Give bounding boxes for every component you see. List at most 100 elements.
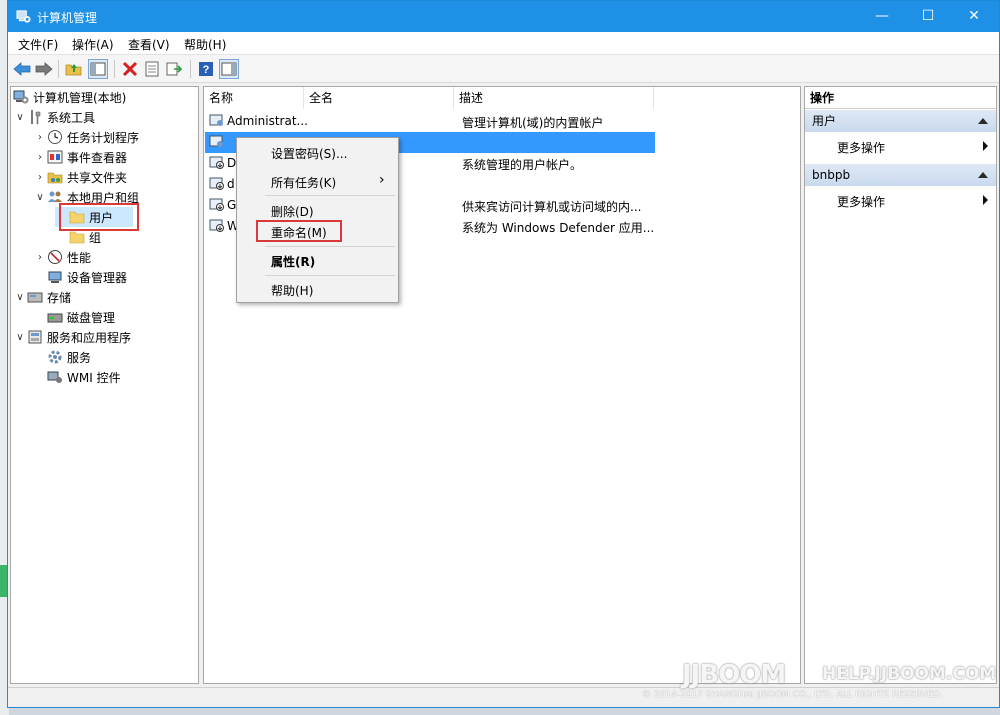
tree-node-disk-management[interactable]: 磁盘管理 <box>47 307 115 327</box>
section-label: bnbpb <box>812 168 851 182</box>
window-title: 计算机管理 <box>37 11 98 25</box>
show-hide-action-pane-icon[interactable] <box>219 59 239 79</box>
menu-separator <box>265 195 395 196</box>
toolbar-separator <box>114 60 115 78</box>
column-header-fullname[interactable]: 全名 <box>304 87 454 109</box>
watermark: JJBOOM HELP.JJBOOM.COM © 2014-2017 SHANG… <box>642 660 996 705</box>
menu-action[interactable]: 操作(A) <box>72 36 114 53</box>
menu-item-delete[interactable]: 删除(D) <box>271 203 314 220</box>
chevron-right-icon: › <box>379 172 385 188</box>
disabled-user-icon <box>209 218 225 234</box>
chevron-right-icon[interactable]: › <box>33 252 47 263</box>
tree-label: 计算机管理(本地) <box>33 90 127 105</box>
tree-node-event-viewer[interactable]: › 事件查看器 <box>33 147 127 167</box>
chevron-down-icon[interactable]: ∨ <box>13 292 27 303</box>
properties-icon[interactable] <box>142 59 162 79</box>
watermark-logo: JJBOOM <box>682 660 786 690</box>
disabled-user-icon <box>209 155 225 171</box>
show-hide-tree-icon[interactable] <box>88 59 108 79</box>
tree-node-groups[interactable]: 组 <box>69 227 101 247</box>
table-row[interactable]: Administrat... 管理计算机(域)的内置帐户 <box>205 111 655 132</box>
tools-icon <box>27 109 43 125</box>
more-actions-bnbpb[interactable]: 更多操作 <box>837 193 885 210</box>
tree-node-root[interactable]: 计算机管理(本地) <box>13 87 126 107</box>
menu-help[interactable]: 帮助(H) <box>184 36 226 53</box>
export-list-icon[interactable] <box>164 59 184 79</box>
menu-item-properties[interactable]: 属性(R) <box>271 253 315 270</box>
tree-node-services[interactable]: 服务 <box>47 347 91 367</box>
tree-node-wmi[interactable]: WMI 控件 <box>47 367 121 387</box>
tree-node-storage[interactable]: ∨ 存储 <box>13 287 71 307</box>
event-viewer-icon <box>47 149 63 165</box>
menu-separator <box>265 275 395 276</box>
toolbar: ? <box>8 55 999 83</box>
wmi-icon <box>47 369 63 385</box>
delete-x-icon[interactable] <box>120 59 140 79</box>
user-name: Administrat... <box>227 114 308 128</box>
chevron-down-icon[interactable]: ∨ <box>33 192 47 203</box>
tree-label: 组 <box>89 230 102 245</box>
title-bar[interactable]: 计算机管理 — ☐ ✕ <box>8 1 999 32</box>
tree-node-device-manager[interactable]: 设备管理器 <box>47 267 127 287</box>
forward-arrow-icon[interactable] <box>34 59 54 79</box>
disabled-user-icon <box>209 176 225 192</box>
up-folder-icon[interactable] <box>64 59 84 79</box>
user-description: 管理计算机(域)的内置帐户 <box>462 116 604 130</box>
watermark-site: HELP.JJBOOM.COM <box>822 664 997 684</box>
menu-item-all-tasks[interactable]: 所有任务(K) <box>271 174 336 191</box>
close-button[interactable]: ✕ <box>951 1 997 32</box>
user-name: D <box>227 156 237 170</box>
actions-section-users[interactable]: 用户 <box>805 110 996 132</box>
more-actions-users[interactable]: 更多操作 <box>837 139 885 156</box>
chevron-right-icon[interactable]: › <box>33 172 47 183</box>
toolbar-separator <box>58 60 59 78</box>
services-apps-icon <box>27 329 43 345</box>
menu-view[interactable]: 查看(V) <box>128 36 170 53</box>
maximize-button[interactable]: ☐ <box>905 1 951 32</box>
gear-icon <box>47 349 63 365</box>
column-header-name[interactable]: 名称 <box>204 87 304 109</box>
tree-label: 服务和应用程序 <box>47 330 132 345</box>
menu-file[interactable]: 文件(F) <box>18 36 58 53</box>
column-header-description[interactable]: 描述 <box>454 87 654 109</box>
tree-label: 存储 <box>47 290 72 305</box>
collapse-up-icon[interactable] <box>978 172 988 178</box>
back-arrow-icon[interactable] <box>12 59 32 79</box>
actions-pane: 操作 用户 更多操作 bnbpb 更多操作 <box>804 86 997 684</box>
device-manager-icon <box>47 269 63 285</box>
menu-bar: 文件(F) 操作(A) 查看(V) 帮助(H) <box>8 32 999 55</box>
menu-item-rename[interactable]: 重命名(M) <box>271 224 327 241</box>
help-icon[interactable]: ? <box>196 59 216 79</box>
tree-node-system-tools[interactable]: ∨ 系统工具 <box>13 107 95 127</box>
tree-node-task-scheduler[interactable]: › 任务计划程序 <box>33 127 139 147</box>
watermark-copyright: © 2014-2017 SHANGHAI JJBOOM CO., LTD. AL… <box>642 690 943 700</box>
chevron-right-icon[interactable]: › <box>33 132 47 143</box>
chevron-right-icon <box>983 195 988 205</box>
disabled-user-icon <box>209 197 225 213</box>
folder-icon <box>69 229 85 245</box>
menu-item-set-password[interactable]: 设置密码(S)... <box>271 145 347 162</box>
menu-item-help[interactable]: 帮助(H) <box>271 282 313 299</box>
actions-section-bnbpb[interactable]: bnbpb <box>805 164 996 186</box>
tree-label: 系统工具 <box>47 110 96 125</box>
tree-node-shared-folders[interactable]: › 共享文件夹 <box>33 167 127 187</box>
computer-management-icon <box>13 89 29 105</box>
collapse-up-icon[interactable] <box>978 118 988 124</box>
tree-node-services-apps[interactable]: ∨ 服务和应用程序 <box>13 327 131 347</box>
svg-text:?: ? <box>203 64 210 76</box>
minimize-button[interactable]: — <box>859 1 905 32</box>
clock-icon <box>47 129 63 145</box>
chevron-down-icon[interactable]: ∨ <box>13 332 27 343</box>
chevron-right-icon[interactable]: › <box>33 152 47 163</box>
chevron-right-icon <box>983 141 988 151</box>
tree-label: 磁盘管理 <box>67 310 116 325</box>
tree-node-performance[interactable]: › 性能 <box>33 247 91 267</box>
tree-label: 事件查看器 <box>67 150 128 165</box>
storage-icon <box>27 289 43 305</box>
performance-icon <box>47 249 63 265</box>
tree-label: 服务 <box>67 350 92 365</box>
chevron-down-icon[interactable]: ∨ <box>13 112 27 123</box>
tree-label: WMI 控件 <box>67 370 121 385</box>
actions-header: 操作 <box>805 87 996 109</box>
section-label: 用户 <box>812 114 837 128</box>
